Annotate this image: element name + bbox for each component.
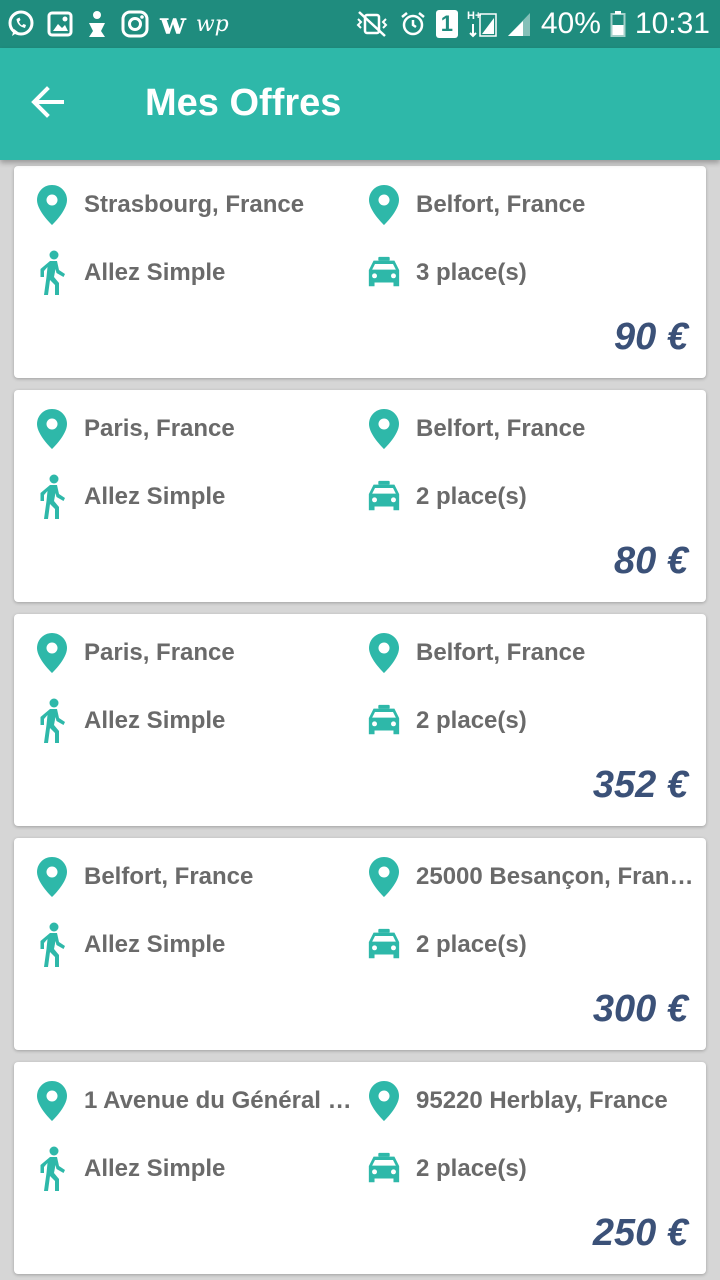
departure-location: Belfort, France: [84, 863, 254, 890]
location-pin-icon: [34, 629, 70, 677]
hplus-signal-icon: H+: [467, 8, 497, 40]
location-pin-icon: [366, 629, 402, 677]
walking-person-icon: [34, 473, 70, 521]
trip-type-row: Allez Simple: [34, 1145, 364, 1193]
offer-price: 300 €: [592, 988, 688, 1030]
car-icon: [366, 249, 402, 297]
arrival-row: Belfort, France: [366, 629, 696, 677]
seats-row: 3 place(s): [366, 249, 696, 297]
trip-type: Allez Simple: [84, 931, 226, 958]
walking-person-icon: [34, 1145, 70, 1193]
status-bar-system-icons: 1 H+ 40% 10:31: [354, 4, 710, 44]
seats-row: 2 place(s): [366, 697, 696, 745]
trip-type-row: Allez Simple: [34, 473, 364, 521]
trip-type-row: Allez Simple: [34, 249, 364, 297]
walking-person-icon: [34, 697, 70, 745]
departure-row: Paris, France: [34, 405, 364, 453]
location-pin-icon: [34, 1077, 70, 1125]
offer-card[interactable]: Paris, France Belfort, France Allez Simp…: [14, 614, 706, 826]
location-pin-icon: [366, 181, 402, 229]
offer-card[interactable]: Paris, France Belfort, France Allez Simp…: [14, 390, 706, 602]
car-icon: [366, 473, 402, 521]
departure-row: 1 Avenue du Général de…: [34, 1077, 364, 1125]
car-icon: [366, 921, 402, 969]
departure-location: 1 Avenue du Général de…: [84, 1087, 356, 1114]
departure-location: Paris, France: [84, 415, 235, 442]
trip-type: Allez Simple: [84, 483, 226, 510]
available-seats: 2 place(s): [416, 931, 527, 958]
available-seats: 2 place(s): [416, 483, 527, 510]
instagram-icon: [120, 9, 150, 39]
departure-row: Paris, France: [34, 629, 364, 677]
arrival-location: 95220 Herblay, France: [416, 1087, 668, 1114]
trip-type-row: Allez Simple: [34, 697, 364, 745]
offers-list: Strasbourg, France Belfort, France Allez…: [14, 166, 706, 1280]
car-icon: [366, 697, 402, 745]
available-seats: 3 place(s): [416, 259, 527, 286]
battery-icon: [610, 10, 626, 38]
car-icon: [366, 1145, 402, 1193]
offer-card[interactable]: Strasbourg, France Belfort, France Allez…: [14, 166, 706, 378]
alarm-icon: [399, 10, 427, 38]
offer-card[interactable]: 1 Avenue du Général de… 95220 Herblay, F…: [14, 1062, 706, 1274]
departure-location: Strasbourg, France: [84, 191, 305, 218]
offer-card[interactable]: Belfort, France 25000 Besançon, France A…: [14, 838, 706, 1050]
location-pin-icon: [366, 405, 402, 453]
seats-row: 2 place(s): [366, 921, 696, 969]
status-bar: w wp 1 H+ 40% 10:31: [0, 0, 720, 48]
arrival-location: Belfort, France: [416, 415, 586, 442]
trip-type-row: Allez Simple: [34, 921, 364, 969]
trip-type: Allez Simple: [84, 1155, 226, 1182]
back-button[interactable]: [22, 80, 74, 128]
sim1-badge-icon: 1: [435, 10, 458, 38]
offer-price: 90 €: [614, 316, 688, 358]
location-pin-icon: [366, 853, 402, 901]
departure-location: Paris, France: [84, 639, 235, 666]
signal-icon: [506, 10, 532, 38]
arrival-row: 25000 Besançon, France: [366, 853, 696, 901]
trip-type: Allez Simple: [84, 259, 226, 286]
arrival-row: Belfort, France: [366, 181, 696, 229]
seats-row: 2 place(s): [366, 1145, 696, 1193]
offer-price: 80 €: [614, 540, 688, 582]
departure-row: Strasbourg, France: [34, 181, 364, 229]
walking-person-icon: [34, 921, 70, 969]
app-bar: Mes Offres: [0, 48, 720, 160]
available-seats: 2 place(s): [416, 1155, 527, 1182]
wp-app-icon: wp: [195, 11, 229, 37]
arrival-location: Belfort, France: [416, 639, 586, 666]
status-bar-time: 10:31: [634, 7, 710, 40]
whatsapp-icon: [6, 9, 36, 39]
arrival-location: Belfort, France: [416, 191, 586, 218]
svg-text:H+: H+: [467, 10, 481, 22]
available-seats: 2 place(s): [416, 707, 527, 734]
departure-row: Belfort, France: [34, 853, 364, 901]
seats-row: 2 place(s): [366, 473, 696, 521]
w-app-icon: w: [160, 6, 186, 42]
location-pin-icon: [34, 181, 70, 229]
location-pin-icon: [34, 853, 70, 901]
trip-type: Allez Simple: [84, 707, 226, 734]
offer-price: 352 €: [592, 764, 688, 806]
vibrate-mute-icon: [354, 9, 390, 39]
battery-percentage: 40%: [540, 7, 601, 40]
arrival-row: 95220 Herblay, France: [366, 1077, 696, 1125]
status-bar-notification-icons: w wp: [6, 6, 229, 42]
location-pin-icon: [366, 1077, 402, 1125]
offer-price: 250 €: [592, 1212, 688, 1254]
gallery-icon: [46, 10, 74, 38]
arrow-back-icon: [30, 84, 66, 125]
page-title: Mes Offres: [145, 82, 342, 124]
location-pin-icon: [34, 405, 70, 453]
arrival-location: 25000 Besançon, France: [416, 863, 696, 890]
download-icon: [84, 9, 110, 39]
arrival-row: Belfort, France: [366, 405, 696, 453]
walking-person-icon: [34, 249, 70, 297]
